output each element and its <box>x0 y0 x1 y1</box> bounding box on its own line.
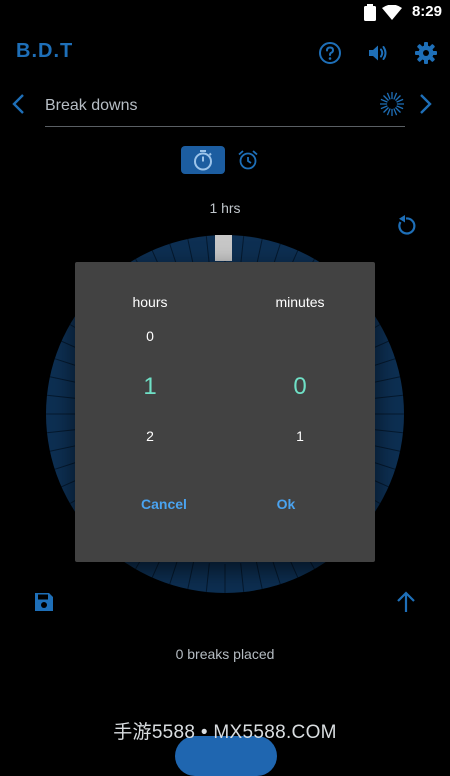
hours-next-value[interactable]: 2 <box>100 428 200 444</box>
status-time: 8:29 <box>411 3 442 20</box>
stopwatch-icon <box>194 150 212 171</box>
arrow-up-icon[interactable] <box>395 590 417 614</box>
minutes-label: minutes <box>275 294 325 310</box>
burst-icon[interactable] <box>379 91 405 117</box>
minutes-selected-value[interactable]: 0 <box>250 373 350 401</box>
watermark: 手游5588 • MX5588.COM <box>113 722 337 743</box>
battery-icon <box>364 4 376 21</box>
timer-mode-button[interactable] <box>181 146 225 174</box>
cancel-button[interactable]: Cancel <box>119 496 209 512</box>
duration-label: 1 hrs <box>209 200 241 216</box>
hours-prev-value[interactable]: 0 <box>100 328 200 344</box>
alarm-clock-icon <box>238 150 258 170</box>
duration-picker-dialog: hours minutes 0 1 2 0 1 Cancel Ok <box>75 262 375 562</box>
help-button[interactable] <box>317 40 343 66</box>
help-icon <box>319 42 341 64</box>
save-icon[interactable] <box>33 591 55 613</box>
sound-button[interactable] <box>365 40 391 66</box>
app-title: B.D.T <box>16 40 74 62</box>
gear-icon <box>415 42 437 64</box>
hours-selected-value[interactable]: 1 <box>100 373 200 401</box>
hours-label: hours <box>132 294 168 310</box>
ok-button[interactable]: Ok <box>241 496 331 512</box>
wifi-icon <box>382 5 402 20</box>
chevron-right-icon[interactable] <box>414 92 436 116</box>
breaks-status: 0 breaks placed <box>175 646 275 662</box>
status-bar: 8:29 <box>0 0 450 24</box>
settings-button[interactable] <box>413 40 439 66</box>
volume-icon <box>369 45 387 61</box>
minutes-next-value[interactable]: 1 <box>250 428 350 444</box>
chevron-left-icon[interactable] <box>8 92 30 116</box>
alarm-mode-button[interactable] <box>234 146 262 174</box>
dial-marker[interactable] <box>215 235 232 261</box>
break-name-input[interactable] <box>45 86 405 127</box>
